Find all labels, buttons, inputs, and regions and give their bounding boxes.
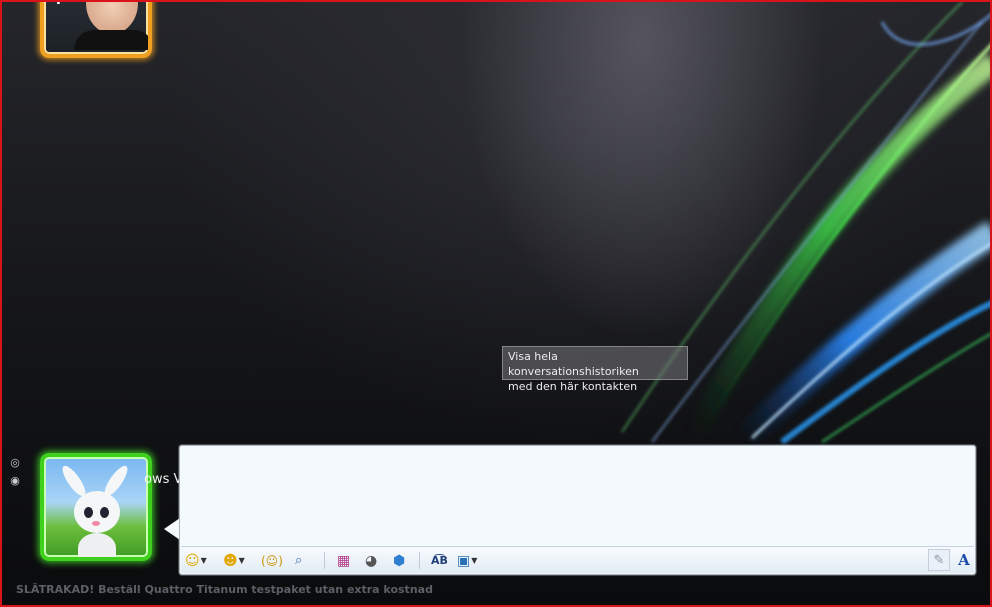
- background-icon: ▦: [337, 552, 351, 569]
- wink-icon: ☻: [223, 552, 238, 569]
- spellcheck-button[interactable]: A͡B: [431, 551, 448, 570]
- user-avatar[interactable]: [40, 453, 152, 561]
- history-tooltip: Visa hela konversationshistoriken med de…: [502, 346, 688, 393]
- busy-status-icon: 4: [52, 0, 62, 8]
- games-icon: ⬢: [393, 552, 406, 569]
- sound-button[interactable]: ◕: [365, 551, 377, 570]
- emoticon-icon: ☺: [185, 552, 200, 569]
- contact-photo: [86, 2, 138, 34]
- bunny-head: [74, 491, 120, 533]
- nudge-button[interactable]: (☺): [261, 551, 283, 570]
- user-display-name: ows V: [144, 472, 183, 487]
- bunny-nose: [92, 521, 100, 526]
- voice-clip-icon: ⌕: [295, 552, 303, 568]
- compose-pointer: [164, 518, 180, 540]
- contact-avatar[interactable]: 4: [40, 0, 152, 58]
- ad-banner-link[interactable]: SLÄTRAKAD! Beställ Quattro Titanum testp…: [16, 583, 433, 596]
- wink-button[interactable]: ☻ ▼: [223, 551, 245, 570]
- handwriting-icon[interactable]: ✎: [928, 549, 950, 571]
- tooltip-line-2: med den här kontakten: [508, 380, 638, 393]
- chevron-down-icon[interactable]: ▼: [239, 552, 245, 570]
- bunny-body: [78, 533, 116, 557]
- sound-icon: ◕: [365, 552, 378, 569]
- chevron-down-icon[interactable]: ▼: [471, 552, 477, 570]
- tooltip-line-1: Visa hela konversationshistoriken: [508, 350, 639, 378]
- games-button[interactable]: ⬢: [393, 551, 405, 570]
- chevron-down-icon[interactable]: ▼: [201, 552, 207, 570]
- font-icon[interactable]: A: [953, 549, 975, 571]
- toolbar-separator: [324, 552, 325, 569]
- compose-box: ☺ ▼ ☻ ▼ (☺) ⌕ ▦ ◕ ⬢ A͡B ▣ ▼ ✎ A: [179, 445, 977, 575]
- conversation-window: 4 ◎ ◉ ows V Visa hela konversationshisto…: [0, 0, 992, 607]
- send-file-icon: ▣: [457, 552, 471, 569]
- message-input[interactable]: [182, 448, 977, 548]
- background-button[interactable]: ▦: [337, 551, 350, 570]
- bunny-eye-right: [100, 507, 109, 518]
- webcam-icon[interactable]: ◉: [9, 475, 21, 487]
- nudge-icon: (☺): [261, 553, 283, 568]
- emoticon-button[interactable]: ☺ ▼: [185, 551, 207, 570]
- voice-clip-button[interactable]: ⌕: [295, 551, 302, 570]
- camera-icon[interactable]: ◎: [9, 457, 21, 469]
- spellcheck-icon: A͡B: [431, 553, 448, 567]
- send-file-button[interactable]: ▣ ▼: [457, 551, 477, 570]
- compose-toolbar: ☺ ▼ ☻ ▼ (☺) ⌕ ▦ ◕ ⬢ A͡B ▣ ▼ ✎ A: [181, 546, 974, 573]
- bunny-eye-left: [84, 507, 93, 518]
- toolbar-separator: [419, 552, 420, 569]
- contact-photo-shirt: [74, 30, 148, 50]
